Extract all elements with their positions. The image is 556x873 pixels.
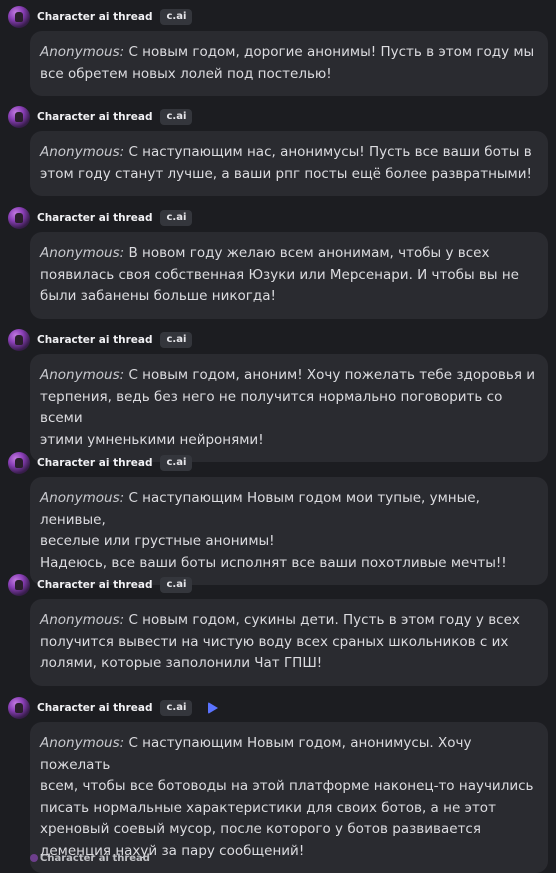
author-badge: c.ai [160, 455, 193, 471]
anonymous-label: Anonymous: [40, 612, 125, 628]
message-header: Character ai thread c.ai [8, 451, 193, 475]
message-line: всем, чтобы все ботоводы на этой платфор… [40, 778, 534, 794]
message-header: Character ai thread c.ai [8, 5, 193, 29]
message-line: лолями, которые заполонили Чат ГПШ! [40, 655, 323, 671]
message-bubble: Anonymous: С наступающим Новым годом, ан… [30, 722, 548, 873]
avatar[interactable] [8, 574, 30, 596]
author-name[interactable]: Character ai thread [37, 457, 152, 469]
author-name[interactable]: Character ai thread [37, 11, 152, 23]
message-header: Character ai thread c.ai [8, 573, 193, 597]
message-line: С новым годом, сукины дети. Пусть в этом… [128, 612, 520, 628]
message-line: все обретем новых лолей под постелью! [40, 65, 332, 82]
author-badge: c.ai [160, 9, 193, 25]
anonymous-label: Anonymous: [40, 735, 125, 751]
author-badge: c.ai [160, 109, 193, 125]
message-header: Character ai thread c.ai [8, 105, 193, 129]
avatar[interactable] [8, 452, 30, 474]
anonymous-label: Anonymous: [40, 44, 125, 60]
message-line: хреновый соевый мусор, после которого у … [40, 821, 481, 837]
avatar[interactable] [8, 6, 30, 28]
author-name-partial[interactable]: Character ai thread [40, 853, 150, 864]
avatar[interactable] [8, 697, 30, 719]
message-line: были забанены больше никогда! [40, 288, 276, 304]
message-line: писать нормальные характеристики для сво… [40, 799, 496, 816]
author-badge: c.ai [160, 332, 193, 348]
message-line: терпения, ведь без него не получится нор… [40, 388, 503, 427]
message-header: Character ai thread c.ai [8, 696, 219, 720]
author-badge: c.ai [160, 700, 193, 716]
message-bubble: Anonymous: С новым годом, аноним! Хочу п… [30, 354, 548, 462]
anonymous-label: Anonymous: [40, 490, 125, 506]
message-line: Надеюсь, все ваши боты исполнят все ваши… [40, 554, 507, 571]
message-line: этом году станут лучше, а ваши рпг посты… [40, 165, 532, 182]
author-name[interactable]: Character ai thread [37, 702, 152, 714]
message-line: получится вывести на чистую воду всех ср… [40, 633, 509, 650]
author-badge: c.ai [160, 577, 193, 593]
avatar[interactable] [8, 207, 30, 229]
message-header: Character ai thread c.ai [8, 328, 193, 352]
message-bubble: Anonymous: С новым годом, сукины дети. П… [30, 599, 548, 686]
anonymous-label: Anonymous: [40, 144, 125, 160]
message-bubble: Anonymous: С наступающим Новым годом мои… [30, 477, 548, 585]
message-bubble: Anonymous: В новом году желаю всем анони… [30, 232, 548, 319]
anonymous-label: Anonymous: [40, 245, 125, 261]
avatar[interactable] [8, 329, 30, 351]
message-bubble: Anonymous: С наступающим нас, анонимусы!… [30, 131, 548, 196]
message-line: С новым годом, дорогие анонимы! Пусть в … [128, 44, 535, 60]
message-line: С новым годом, аноним! Хочу пожелать теб… [128, 367, 536, 383]
message-line: С наступающим нас, анонимусы! Пусть все … [128, 144, 532, 160]
author-badge: c.ai [160, 210, 193, 226]
author-name[interactable]: Character ai thread [37, 212, 152, 224]
author-name[interactable]: Character ai thread [37, 111, 152, 123]
anonymous-label: Anonymous: [40, 367, 125, 383]
message-line: этими умненькими нейронями! [40, 431, 264, 448]
author-name[interactable]: Character ai thread [37, 334, 152, 346]
avatar[interactable] [8, 106, 30, 128]
author-name[interactable]: Character ai thread [37, 579, 152, 591]
message-bubble: Anonymous: С новым годом, дорогие аноним… [30, 31, 548, 96]
message-line: появилась своя собственная Юзуки или Мер… [40, 266, 519, 283]
message-header: Character ai thread c.ai [8, 206, 193, 230]
message-feed: Character ai thread c.ai Anonymous: С но… [0, 0, 556, 873]
message-line: В новом году желаю всем анонимам, чтобы … [128, 245, 490, 261]
play-icon[interactable] [208, 702, 219, 714]
message-line: веселые или грустные анонимы! [40, 533, 275, 549]
